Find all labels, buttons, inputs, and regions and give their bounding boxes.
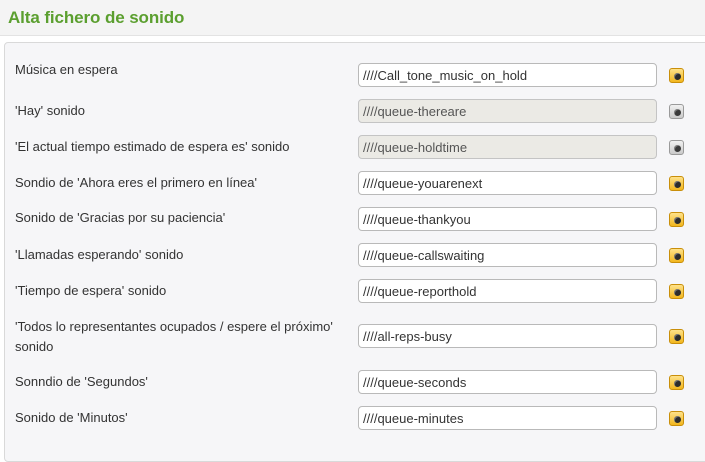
field-label: Música en espera — [15, 62, 118, 77]
speaker-icon[interactable] — [669, 176, 684, 191]
field-label: 'Hay' sonido — [15, 103, 86, 118]
section-title: Alta fichero de sonido — [8, 8, 185, 27]
speaker-icon[interactable] — [669, 68, 684, 83]
field-label: 'Tiempo de espera' sonido — [15, 283, 167, 298]
speaker-icon[interactable] — [669, 212, 684, 227]
speaker-icon[interactable] — [669, 375, 684, 390]
speaker-icon — [669, 140, 684, 155]
field-label: Sondio de 'Ahora eres el primero en líne… — [15, 175, 257, 190]
thank-you-input[interactable] — [358, 207, 657, 231]
speaker-icon[interactable] — [669, 248, 684, 263]
there-are-input[interactable] — [358, 99, 657, 123]
speaker-icon[interactable] — [669, 329, 684, 344]
holdtime-input[interactable] — [358, 135, 657, 159]
field-label: Sonido de 'Gracias por su paciencia' — [15, 210, 226, 225]
calls-waiting-input[interactable] — [358, 243, 657, 267]
you-are-next-input[interactable] — [358, 171, 657, 195]
speaker-icon[interactable] — [669, 284, 684, 299]
speaker-icon[interactable] — [669, 411, 684, 426]
field-label: Sonido de 'Minutos' — [15, 410, 128, 425]
field-label: 'Llamadas esperando' sonido — [15, 247, 184, 262]
field-label: 'El actual tiempo estimado de espera es'… — [15, 139, 290, 154]
field-label: 'Todos lo representantes ocupados / espe… — [15, 319, 333, 354]
report-hold-input[interactable] — [358, 279, 657, 303]
section-header: Alta fichero de sonido — [0, 0, 705, 36]
seconds-input[interactable] — [358, 370, 657, 394]
music-on-hold-input[interactable] — [358, 63, 657, 87]
speaker-icon — [669, 104, 684, 119]
field-label: Sonndio de 'Segundos' — [15, 374, 148, 389]
all-reps-busy-input[interactable] — [358, 324, 657, 348]
minutes-input[interactable] — [358, 406, 657, 430]
